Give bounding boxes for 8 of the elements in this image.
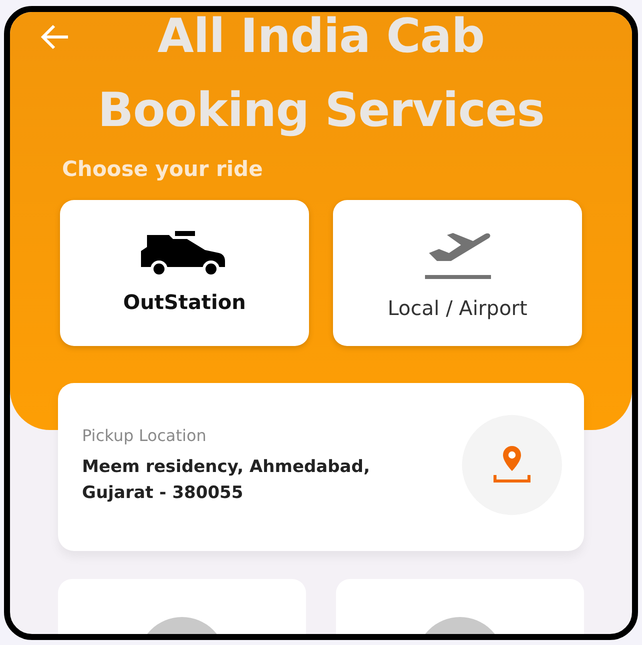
section-heading: Choose your ride: [62, 156, 264, 183]
page-title: All India Cab Booking Services: [96, 12, 546, 140]
ride-option[interactable]: Local / Airport: [333, 200, 582, 346]
ride-option[interactable]: OutStation: [60, 200, 309, 346]
pickup-address: Meem residency, Ahmedabad, Gujarat - 380055: [82, 456, 371, 505]
pickup-card[interactable]: Pickup Location Meem residency, Ahmedabad, Gujarat - 380055: [58, 383, 584, 551]
pickup-label: Pickup Location: [82, 425, 208, 447]
back-arrow-icon[interactable]: [40, 24, 70, 50]
